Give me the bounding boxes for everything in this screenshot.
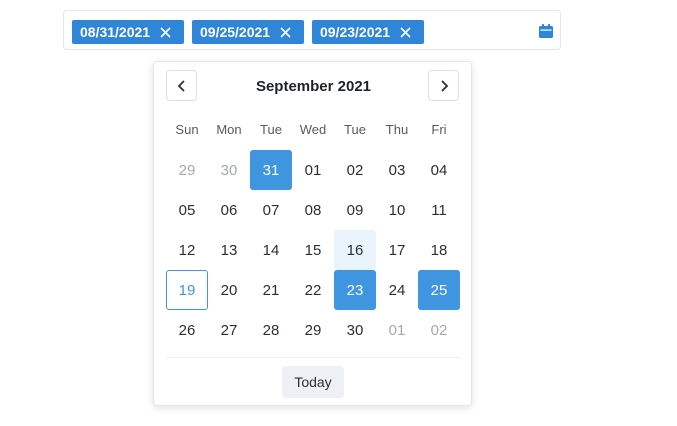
remove-chip-icon[interactable] bbox=[279, 26, 291, 38]
day-cell[interactable]: 01 bbox=[292, 150, 334, 190]
day-cell[interactable]: 23 bbox=[334, 270, 376, 310]
day-cell[interactable]: 31 bbox=[250, 150, 292, 190]
calendar-icon[interactable] bbox=[538, 23, 554, 39]
day-cell[interactable]: 01 bbox=[376, 310, 418, 350]
day-cell[interactable]: 25 bbox=[418, 270, 460, 310]
remove-chip-icon[interactable] bbox=[399, 26, 411, 38]
date-picker-popup: September 2021 Sun Mon Tue Wed Tue Thu F… bbox=[153, 61, 472, 406]
day-cell[interactable]: 16 bbox=[334, 230, 376, 270]
day-cell[interactable]: 12 bbox=[166, 230, 208, 270]
day-cell[interactable]: 21 bbox=[250, 270, 292, 310]
day-cell[interactable]: 19 bbox=[166, 270, 208, 310]
weekday-label: Thu bbox=[385, 122, 409, 137]
chip-label: 08/31/2021 bbox=[80, 24, 151, 40]
selected-date-chip: 09/25/2021 bbox=[192, 20, 304, 44]
next-month-button[interactable] bbox=[428, 70, 459, 101]
selected-date-chip: 08/31/2021 bbox=[72, 20, 184, 44]
day-cell[interactable]: 15 bbox=[292, 230, 334, 270]
chip-label: 09/25/2021 bbox=[200, 24, 271, 40]
day-cell[interactable]: 06 bbox=[208, 190, 250, 230]
day-cell[interactable]: 26 bbox=[166, 310, 208, 350]
today-button[interactable]: Today bbox=[282, 366, 344, 398]
day-cell[interactable]: 02 bbox=[418, 310, 460, 350]
day-cell[interactable]: 29 bbox=[166, 150, 208, 190]
chevron-right-icon bbox=[440, 79, 448, 92]
day-cell[interactable]: 04 bbox=[418, 150, 460, 190]
weekday-label: Mon bbox=[216, 122, 242, 137]
day-cell[interactable]: 30 bbox=[208, 150, 250, 190]
day-cell[interactable]: 03 bbox=[376, 150, 418, 190]
weekday-label: Fri bbox=[431, 122, 447, 137]
day-cell[interactable]: 10 bbox=[376, 190, 418, 230]
weekday-label: Tue bbox=[344, 122, 366, 137]
selected-date-chip: 09/23/2021 bbox=[312, 20, 424, 44]
day-cell[interactable]: 18 bbox=[418, 230, 460, 270]
day-cell[interactable]: 20 bbox=[208, 270, 250, 310]
day-cell[interactable]: 05 bbox=[166, 190, 208, 230]
weekday-label: Sun bbox=[175, 122, 199, 137]
weekday-label: Wed bbox=[299, 122, 327, 137]
day-cell[interactable]: 29 bbox=[292, 310, 334, 350]
day-cell[interactable]: 13 bbox=[208, 230, 250, 270]
day-cell[interactable]: 24 bbox=[376, 270, 418, 310]
footer-divider bbox=[166, 357, 460, 358]
day-cell[interactable]: 22 bbox=[292, 270, 334, 310]
day-cell[interactable]: 14 bbox=[250, 230, 292, 270]
day-cell[interactable]: 28 bbox=[250, 310, 292, 350]
day-cell[interactable]: 17 bbox=[376, 230, 418, 270]
chip-label: 09/23/2021 bbox=[320, 24, 391, 40]
weekday-header: Sun Mon Tue Wed Tue Thu Fri bbox=[166, 122, 460, 137]
day-cell[interactable]: 09 bbox=[334, 190, 376, 230]
date-multi-select-field[interactable]: 08/31/2021 09/25/2021 09/23/2021 bbox=[63, 10, 561, 50]
day-cell[interactable]: 02 bbox=[334, 150, 376, 190]
day-cell[interactable]: 11 bbox=[418, 190, 460, 230]
day-cell[interactable]: 30 bbox=[334, 310, 376, 350]
weekday-label: Tue bbox=[260, 122, 282, 137]
day-cell[interactable]: 07 bbox=[250, 190, 292, 230]
day-cell[interactable]: 08 bbox=[292, 190, 334, 230]
day-grid: 29 30 31 01 02 03 04 05 06 07 08 09 10 11 12 13 14 15 16 17… bbox=[166, 150, 460, 350]
month-title: September 2021 bbox=[255, 78, 372, 95]
remove-chip-icon[interactable] bbox=[159, 26, 171, 38]
day-cell[interactable]: 27 bbox=[208, 310, 250, 350]
